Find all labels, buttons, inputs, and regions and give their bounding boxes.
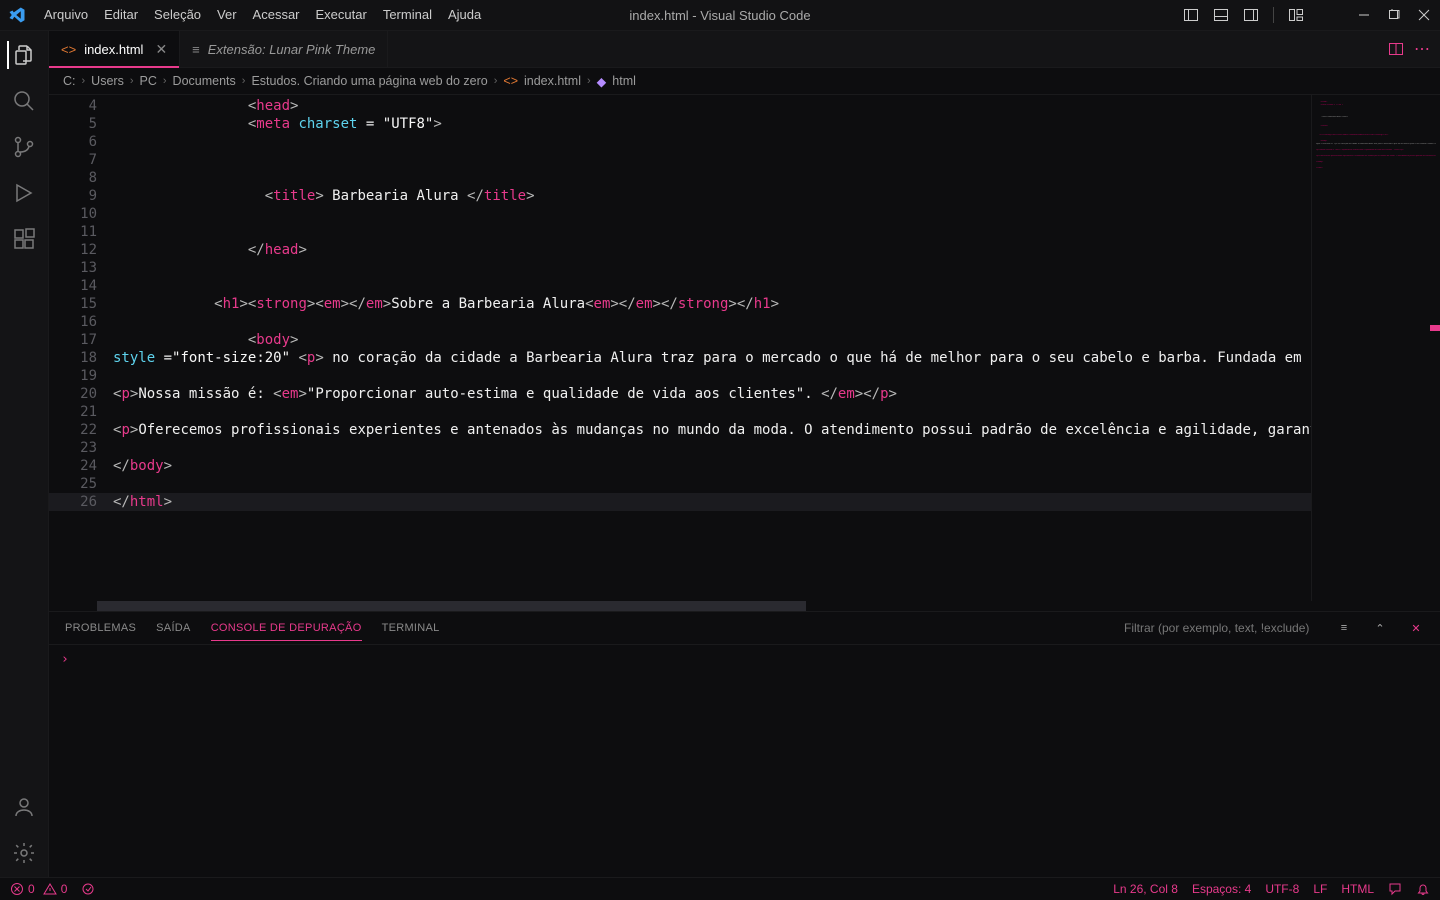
source-control-icon[interactable]	[10, 133, 38, 161]
breadcrumb-item[interactable]: Documents	[173, 74, 236, 88]
editor-tab[interactable]: <> index.html ✕	[49, 31, 180, 67]
panel-filter-input[interactable]	[1122, 620, 1316, 636]
explorer-icon[interactable]	[7, 41, 39, 69]
more-actions-icon[interactable]: ⋯	[1414, 39, 1430, 59]
window-close-icon[interactable]	[1416, 7, 1432, 23]
window-maximize-icon[interactable]	[1386, 7, 1402, 23]
minimap[interactable]: <head> <meta charset = "UTF8"> <title> B…	[1311, 95, 1440, 611]
layout-panel-left-icon[interactable]	[1183, 7, 1199, 23]
menu-arquivo[interactable]: Arquivo	[36, 0, 96, 30]
code-editor[interactable]: 4 <head>5 <meta charset = "UTF8">6 7 8 9…	[49, 95, 1311, 611]
menu-terminal[interactable]: Terminal	[375, 0, 440, 30]
editor-tab[interactable]: ≡ Extensão: Lunar Pink Theme	[180, 31, 388, 67]
customize-layout-icon[interactable]	[1288, 7, 1304, 23]
status-line-col[interactable]: Ln 26, Col 8	[1113, 882, 1178, 896]
panel-close-icon[interactable]: ✕	[1408, 620, 1424, 636]
tab-close-icon[interactable]: ✕	[155, 41, 167, 58]
status-warnings[interactable]: 0	[43, 882, 68, 896]
status-bell-icon[interactable]	[1416, 882, 1430, 896]
breadcrumb-file[interactable]: index.html	[524, 74, 581, 88]
status-spaces[interactable]: Espaços: 4	[1192, 882, 1251, 896]
run-debug-icon[interactable]	[10, 179, 38, 207]
menu-bar: ArquivoEditarSeleçãoVerAcessarExecutarTe…	[0, 0, 1440, 31]
menu-acessar[interactable]: Acessar	[245, 0, 308, 30]
layout-panel-right-icon[interactable]	[1243, 7, 1259, 23]
menu-executar[interactable]: Executar	[308, 0, 375, 30]
breadcrumb-item[interactable]: Users	[91, 74, 124, 88]
status-errors[interactable]: 0	[10, 882, 35, 896]
split-editor-icon[interactable]	[1388, 41, 1404, 57]
menu-ajuda[interactable]: Ajuda	[440, 0, 489, 30]
window-minimize-icon[interactable]	[1356, 7, 1372, 23]
breadcrumb-symbol[interactable]: html	[612, 74, 636, 88]
breadcrumb-item[interactable]: Estudos. Criando uma página web do zero	[251, 74, 487, 88]
accounts-icon[interactable]	[10, 793, 38, 821]
status-feedback-icon[interactable]	[1388, 882, 1402, 896]
console-prompt-icon: ›	[61, 652, 69, 667]
menu-ver[interactable]: Ver	[209, 0, 245, 30]
status-language[interactable]: HTML	[1341, 882, 1374, 896]
panel-tab[interactable]: CONSOLE DE DEPURAÇÃO	[211, 622, 362, 641]
debug-console-body[interactable]: ›	[49, 645, 1440, 877]
menu-editar[interactable]: Editar	[96, 0, 146, 30]
tab-label: index.html	[84, 42, 143, 57]
editor-tab-bar: <> index.html ✕ ≡ Extensão: Lunar Pink Theme…	[49, 31, 1440, 68]
search-icon[interactable]	[10, 87, 38, 115]
status-port-icon[interactable]	[81, 882, 95, 896]
vscode-logo-icon	[8, 6, 26, 24]
panel-tab[interactable]: TERMINAL	[382, 622, 440, 634]
tab-label: Extensão: Lunar Pink Theme	[208, 42, 376, 57]
panel-clear-icon[interactable]: ≡	[1336, 620, 1352, 636]
extension-icon: ≡	[192, 42, 200, 57]
breadcrumb-item[interactable]: PC	[140, 74, 157, 88]
status-bar: 0 0 Ln 26, Col 8 Espaços: 4 UTF-8 LF HTM…	[0, 877, 1440, 900]
settings-gear-icon[interactable]	[10, 839, 38, 867]
status-encoding[interactable]: UTF-8	[1265, 882, 1299, 896]
menu-seleção[interactable]: Seleção	[146, 0, 209, 30]
status-eol[interactable]: LF	[1313, 882, 1327, 896]
horizontal-scrollbar[interactable]	[97, 601, 1320, 611]
breadcrumb-item[interactable]: C:	[63, 74, 76, 88]
html-file-icon: <>	[61, 42, 76, 57]
panel-tab[interactable]: SAÍDA	[156, 622, 191, 634]
layout-panel-bottom-icon[interactable]	[1213, 7, 1229, 23]
bottom-panel: PROBLEMAS SAÍDA CONSOLE DE DEPURAÇÃO TERMIN…	[49, 611, 1440, 877]
activity-bar	[0, 31, 49, 877]
panel-tab[interactable]: PROBLEMAS	[65, 622, 136, 634]
panel-collapse-icon[interactable]: ⌃	[1372, 620, 1388, 636]
breadcrumbs[interactable]: C:›Users›PC›Documents›Estudos. Criando u…	[49, 68, 1440, 95]
extensions-icon[interactable]	[10, 225, 38, 253]
